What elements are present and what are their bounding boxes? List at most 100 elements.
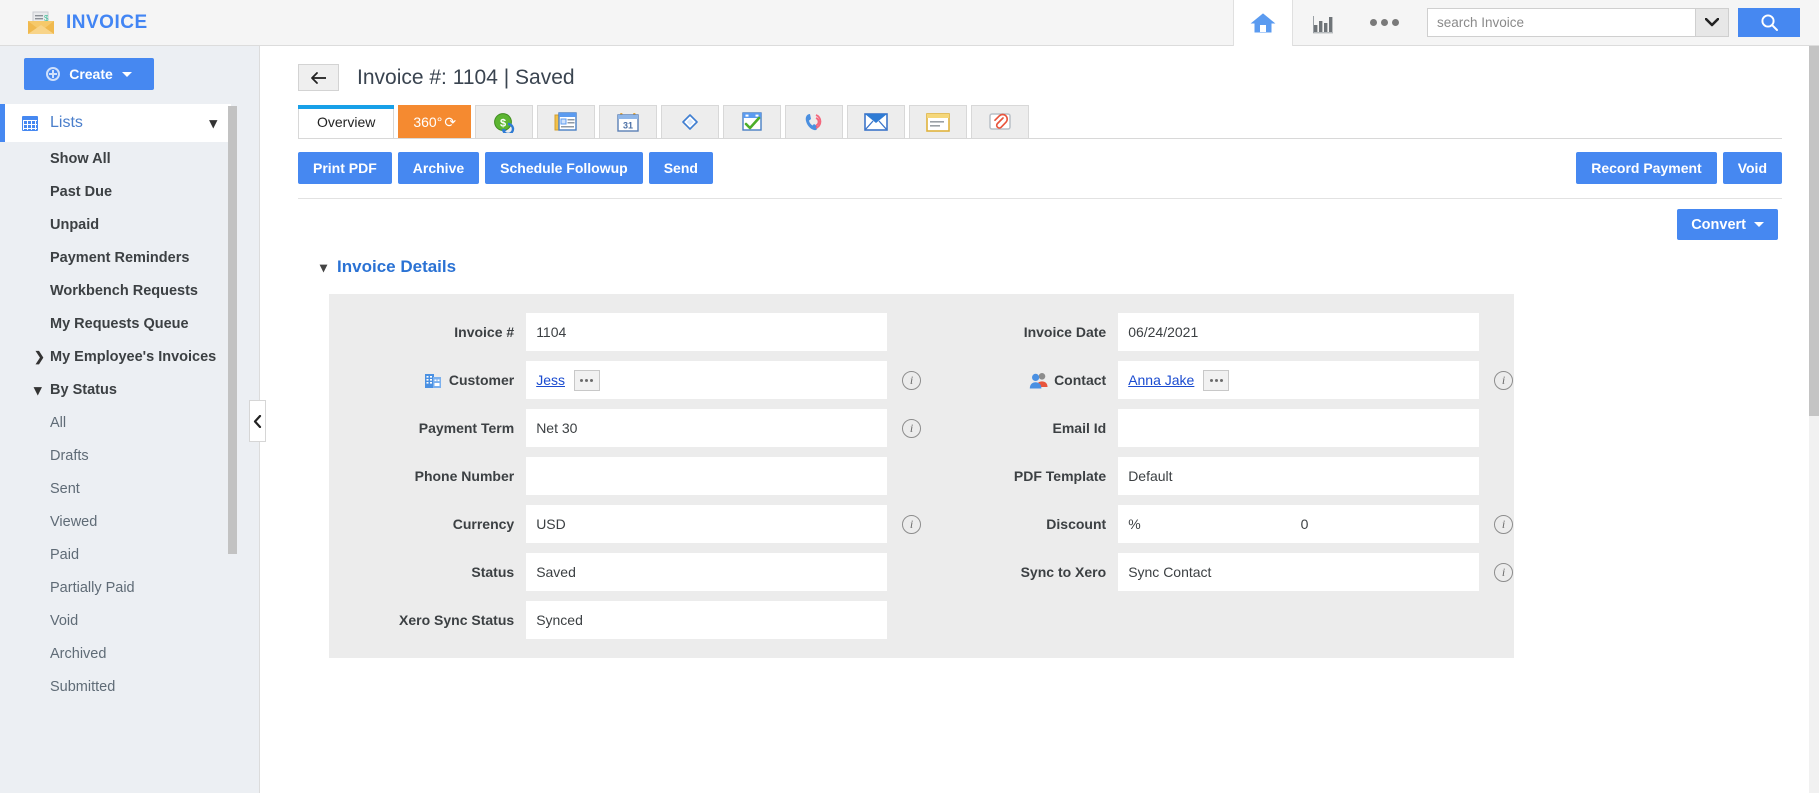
sidebar-item-my-employee-s-invoices[interactable]: ❯ My Employee's Invoices	[0, 340, 259, 373]
tab-pin[interactable]	[661, 105, 720, 139]
sidebar-item-sent[interactable]: Sent	[0, 472, 259, 505]
tab-overview[interactable]: Overview	[298, 105, 395, 139]
sidebar-item-unpaid[interactable]: Unpaid	[0, 208, 259, 241]
schedule-followup-button[interactable]: Schedule Followup	[485, 152, 643, 184]
search-scope-dropdown[interactable]	[1695, 8, 1729, 37]
sidebar-scrollbar-thumb[interactable]	[228, 106, 237, 554]
sidebar-item-show-all[interactable]: Show All	[0, 142, 259, 175]
sidebar-item-label: Paid	[50, 546, 80, 563]
info-icon[interactable]: i	[1494, 562, 1513, 582]
sidebar-item-submitted[interactable]: Submitted	[0, 670, 259, 703]
home-icon[interactable]	[1233, 0, 1293, 46]
envelope-invoice-icon: $	[26, 11, 56, 35]
sidebar-scrollbar[interactable]	[228, 106, 237, 706]
field-value-email-id[interactable]	[1118, 409, 1479, 447]
bar-chart-icon[interactable]	[1293, 0, 1353, 46]
field-value-customer[interactable]: Jess	[526, 361, 887, 399]
search-input[interactable]	[1427, 8, 1695, 37]
lookup-ellipsis-button[interactable]	[573, 369, 600, 391]
pin-icon	[679, 112, 701, 133]
field-value-invoice-date[interactable]: 06/24/2021	[1118, 313, 1479, 351]
sidebar-item-by-status[interactable]: ▾ By Status	[0, 373, 259, 406]
main-scrollbar[interactable]	[1809, 46, 1819, 793]
news-article-icon	[554, 112, 578, 132]
invoice-details-section-header[interactable]: ▾ Invoice Details	[261, 240, 1819, 277]
tab-attachment[interactable]	[971, 105, 1030, 139]
sidebar-item-viewed[interactable]: Viewed	[0, 505, 259, 538]
chevron-down-icon[interactable]: ▾	[209, 114, 217, 132]
main-content: Invoice #: 1104 | Saved Overview 360° ⟳ $31…	[261, 46, 1819, 793]
field-value-text: 1104	[536, 324, 567, 340]
tab-task-checklist[interactable]	[723, 105, 782, 139]
discount-amount[interactable]: 0	[1301, 516, 1309, 532]
info-icon[interactable]: i	[1494, 514, 1513, 534]
field-value-sync-to-xero[interactable]: Sync Contact	[1118, 553, 1479, 591]
lookup-link[interactable]: Anna Jake	[1128, 372, 1194, 388]
field-value-invoice[interactable]: 1104	[526, 313, 887, 351]
info-icon[interactable]: i	[902, 370, 921, 390]
search-button[interactable]	[1738, 8, 1800, 37]
grid-icon	[22, 115, 38, 131]
action-button-row-right: Record Payment Void	[1576, 152, 1782, 184]
record-payment-button[interactable]: Record Payment	[1576, 152, 1717, 184]
field-value-pdf-template[interactable]: Default	[1118, 457, 1479, 495]
sidebar-item-payment-reminders[interactable]: Payment Reminders	[0, 241, 259, 274]
lookup-ellipsis-button[interactable]	[1203, 369, 1230, 391]
field-label-xero-sync-status: Xero Sync Status	[329, 612, 526, 628]
brand[interactable]: $ INVOICE	[0, 11, 148, 35]
info-icon[interactable]: i	[902, 418, 921, 438]
tab-money-dollar[interactable]: $	[475, 105, 534, 139]
field-value-text: Default	[1128, 468, 1173, 484]
tab-calendar[interactable]: 31	[599, 105, 658, 139]
sidebar-item-paid[interactable]: Paid	[0, 538, 259, 571]
lookup-link[interactable]: Jess	[536, 372, 565, 388]
send-button[interactable]: Send	[648, 152, 713, 184]
ellipsis-icon[interactable]	[1353, 0, 1415, 46]
sidebar-item-label: Workbench Requests	[50, 282, 198, 299]
main-scrollbar-thumb[interactable]	[1809, 46, 1819, 416]
tab-news-article[interactable]	[537, 105, 596, 139]
void-button[interactable]: Void	[1722, 152, 1782, 184]
discount-type[interactable]: %	[1128, 516, 1140, 532]
sidebar: Create Lists ▾ Show All Past Due Unpaid Pay…	[0, 46, 260, 793]
create-button[interactable]: Create	[24, 58, 154, 90]
field-value-contact[interactable]: Anna Jake	[1118, 361, 1479, 399]
tab-phone-call[interactable]	[785, 105, 844, 139]
info-icon[interactable]: i	[1494, 370, 1513, 390]
field-value-status[interactable]: Saved	[526, 553, 887, 591]
tab-360[interactable]: 360° ⟳	[398, 105, 472, 139]
chevron-right-icon[interactable]: ❯	[34, 349, 45, 365]
email-envelope-icon	[864, 113, 888, 131]
sidebar-item-all[interactable]: All	[0, 406, 259, 439]
tab-email-envelope[interactable]	[847, 105, 906, 139]
sidebar-item-archived[interactable]: Archived	[0, 637, 259, 670]
sidebar-item-lists[interactable]: Lists ▾	[0, 104, 231, 142]
sidebar-lists-label: Lists	[50, 114, 83, 131]
info-icon-spacer	[902, 467, 921, 486]
sidebar-item-partially-paid[interactable]: Partially Paid	[0, 571, 259, 604]
back-button[interactable]	[298, 64, 339, 91]
sidebar-collapse-handle[interactable]	[249, 400, 266, 442]
sidebar-item-my-requests-queue[interactable]: My Requests Queue	[0, 307, 259, 340]
chevron-down-icon[interactable]: ▾	[34, 381, 42, 399]
form-row: Xero Sync Status Synced	[329, 596, 921, 644]
archive-button[interactable]: Archive	[397, 152, 480, 184]
field-value-phone-number[interactable]	[526, 457, 887, 495]
convert-button[interactable]: Convert	[1677, 209, 1778, 240]
field-value-xero-sync-status[interactable]: Synced	[526, 601, 887, 639]
tab-note[interactable]	[909, 105, 968, 139]
sidebar-item-label: Partially Paid	[50, 579, 135, 596]
sidebar-item-past-due[interactable]: Past Due	[0, 175, 259, 208]
dot	[1380, 19, 1388, 26]
field-value-discount[interactable]: % 0	[1118, 505, 1479, 543]
sidebar-item-list: Show All Past Due Unpaid Payment Reminders W…	[0, 142, 259, 703]
sidebar-item-workbench-requests[interactable]: Workbench Requests	[0, 274, 259, 307]
sidebar-item-drafts[interactable]: Drafts	[0, 439, 259, 472]
print-pdf-button[interactable]: Print PDF	[298, 152, 392, 184]
sidebar-item-label: Drafts	[50, 447, 89, 464]
building-icon	[424, 372, 442, 389]
info-icon[interactable]: i	[902, 514, 921, 534]
sidebar-item-void[interactable]: Void	[0, 604, 259, 637]
field-value-payment-term[interactable]: Net 30	[526, 409, 887, 447]
field-value-currency[interactable]: USD	[526, 505, 887, 543]
